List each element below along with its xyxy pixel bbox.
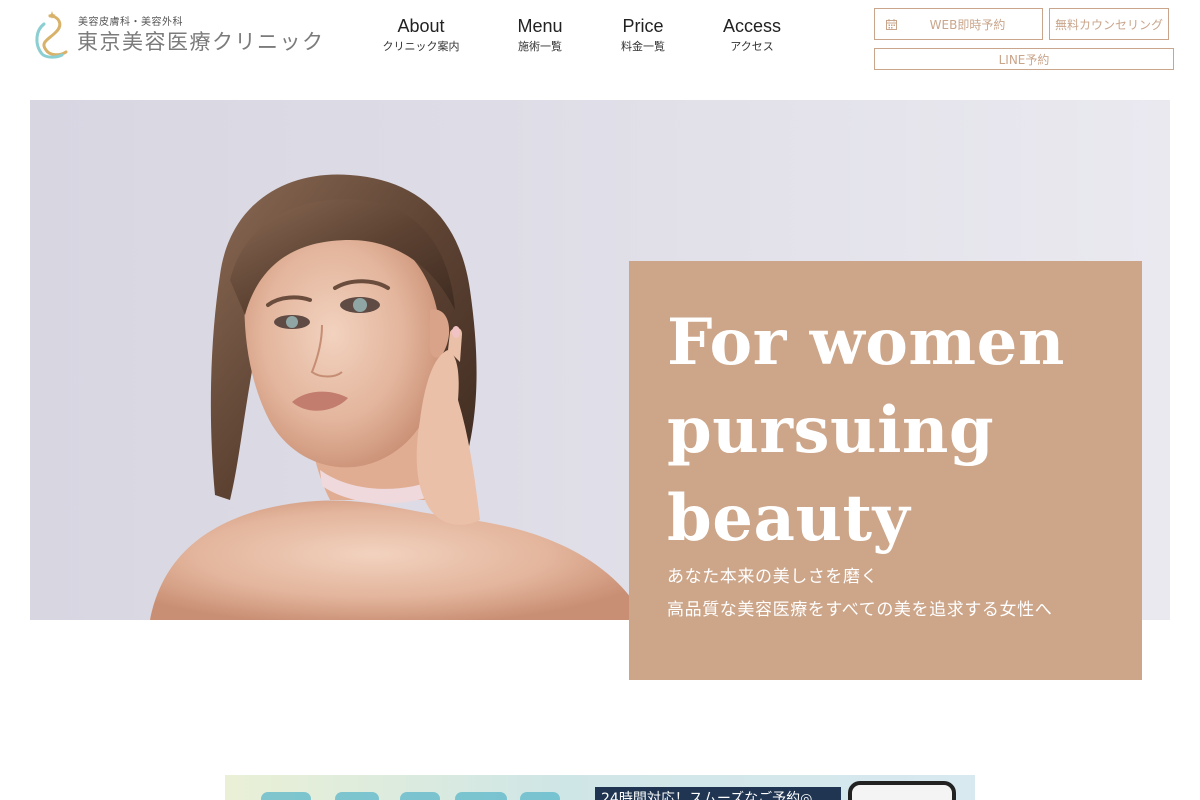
line-reservation-button[interactable]: LINE予約: [874, 48, 1174, 70]
nav-menu[interactable]: Menu 施術一覧: [485, 14, 595, 56]
banner-decoration: [455, 792, 507, 800]
web-reservation-label: WEB即時予約: [929, 17, 1006, 32]
nav-sublabel: 施術一覧: [518, 40, 562, 53]
nav-price[interactable]: Price 料金一覧: [588, 14, 698, 56]
hero-tagline-box: For women pursuing beauty あなた本来の美しさを磨く 高…: [629, 261, 1142, 680]
web-reservation-button[interactable]: WEB即時予約: [874, 8, 1043, 40]
nav-about[interactable]: About クリニック案内: [366, 14, 476, 56]
smartphone-icon: [848, 781, 956, 800]
free-counseling-button[interactable]: 無料カウンセリング: [1049, 8, 1169, 40]
banner-decoration: [261, 792, 311, 800]
calendar-icon: [886, 19, 897, 30]
hero-title: For women pursuing beauty: [667, 299, 1127, 563]
free-counseling-label: 無料カウンセリング: [1054, 17, 1163, 32]
nav-label: Menu: [517, 16, 563, 36]
banner-decoration: [520, 792, 560, 800]
banner-decoration: [335, 792, 379, 800]
nav-label: Access: [722, 16, 782, 36]
nav-sublabel: アクセス: [730, 40, 774, 53]
hero-title-line: For women: [667, 305, 1065, 380]
swan-logo-icon: [35, 11, 68, 59]
hero-title-line: pursuing: [667, 393, 995, 468]
clinic-logo[interactable]: 美容皮膚科・美容外科 東京美容医療クリニック: [30, 10, 323, 62]
hero-model-photo: [150, 174, 645, 620]
hero-lead-line: あなた本来の美しさを磨く: [667, 567, 879, 587]
nav-label: About: [397, 16, 445, 36]
hero-lead: あなた本来の美しさを磨く 高品質な美容医療をすべての美を追求する女性へ: [667, 561, 1127, 627]
nav-access[interactable]: Access アクセス: [697, 14, 807, 56]
line-reservation-label: LINE予約: [998, 52, 1050, 67]
nav-sublabel: クリニック案内: [382, 40, 460, 53]
hero-lead-line: 高品質な美容医療をすべての美を追求する女性へ: [667, 600, 1053, 620]
banner-decoration: [400, 792, 440, 800]
logo-title: 東京美容医療クリニック: [77, 30, 325, 54]
hero-title-line: beauty: [667, 481, 911, 556]
nav-sublabel: 料金一覧: [621, 40, 665, 53]
reservation-promo-banner[interactable]: 24時間対応！スムーズなご予約◎: [225, 775, 975, 800]
nav-label: Price: [622, 16, 664, 36]
banner-text: 24時間対応！スムーズなご予約◎: [601, 791, 813, 800]
